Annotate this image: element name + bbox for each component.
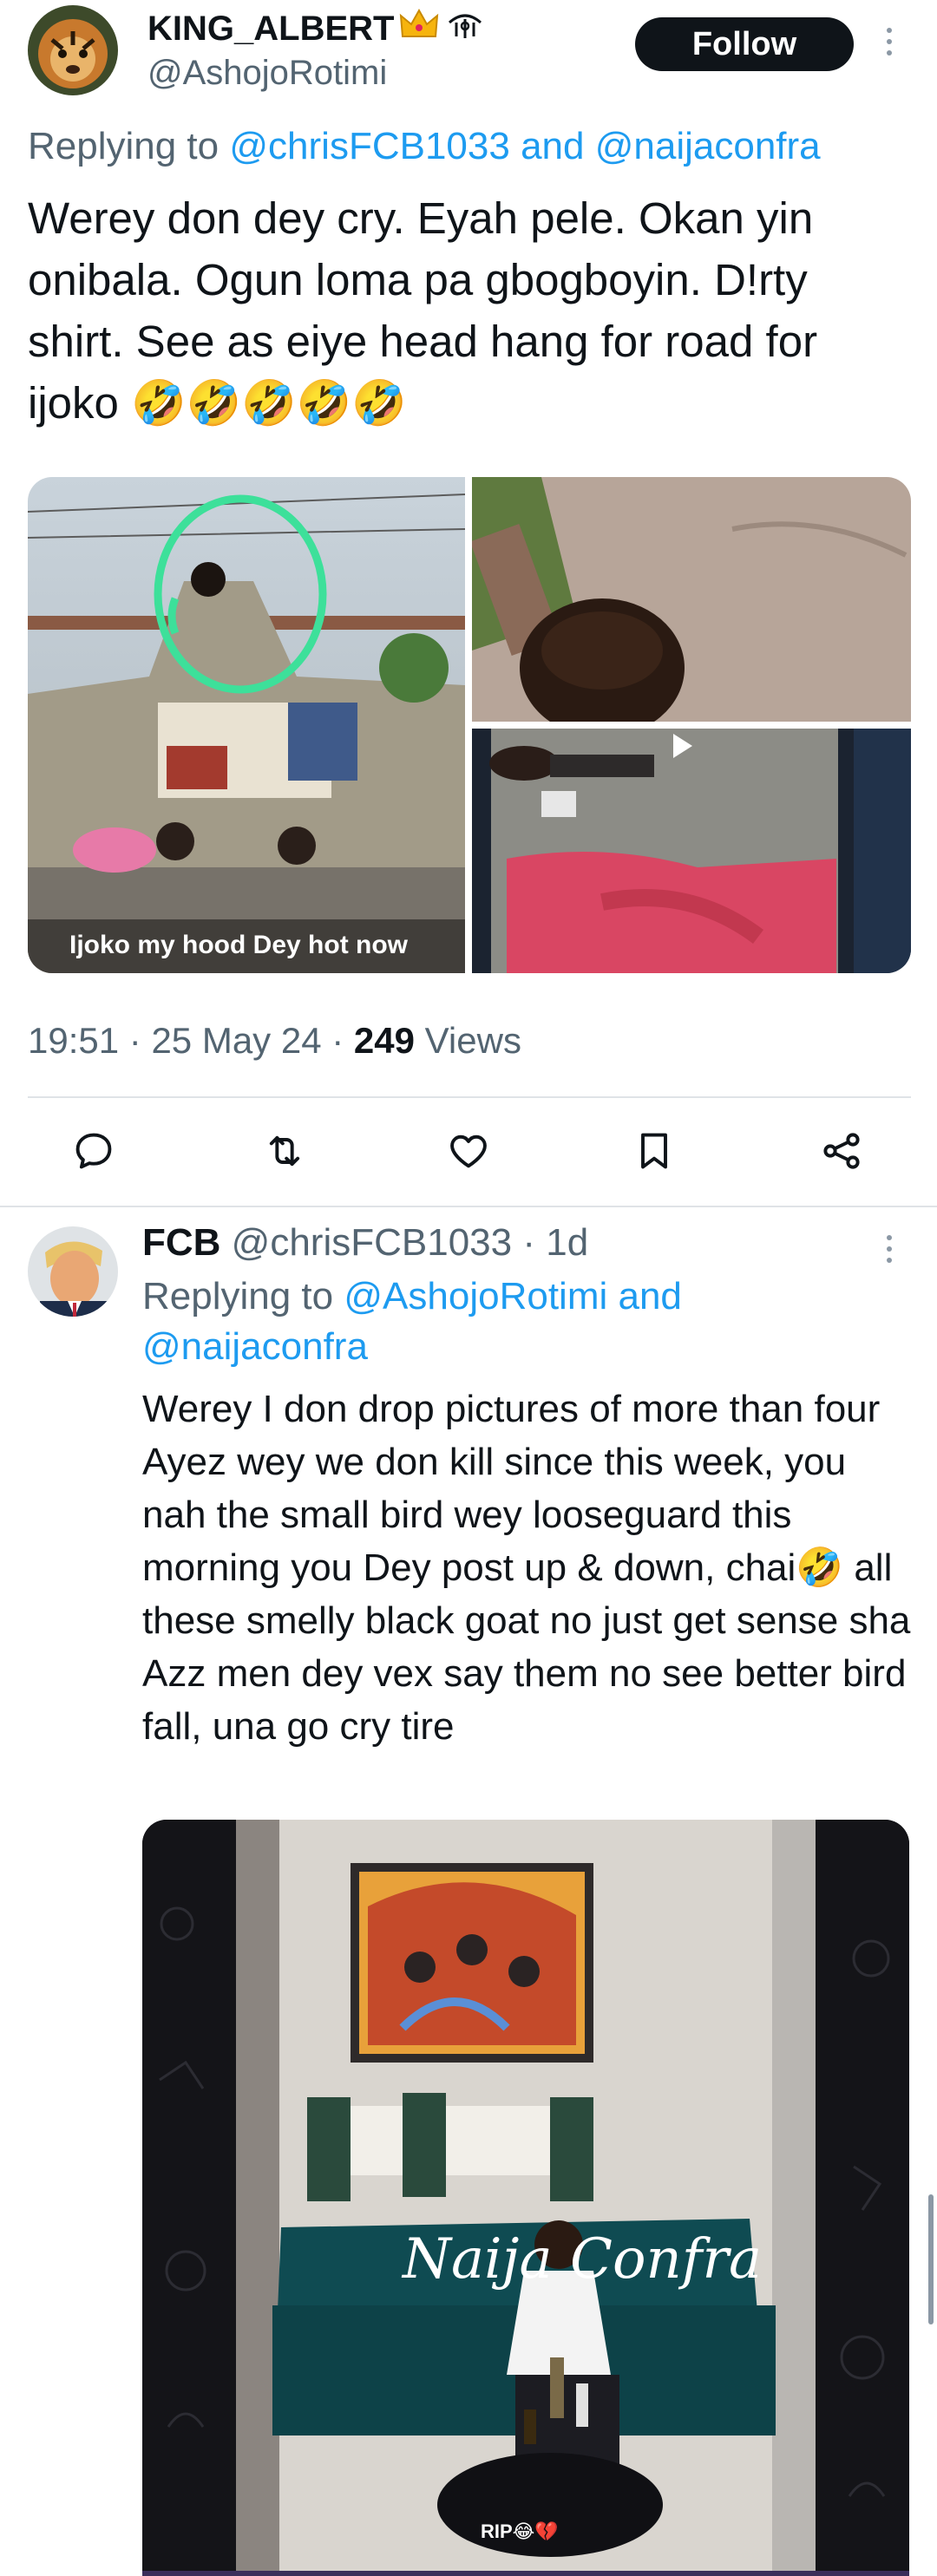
media-video-bottom-right[interactable] (472, 729, 911, 973)
replying-and[interactable]: and (521, 125, 584, 167)
share-icon[interactable] (816, 1125, 868, 1177)
bookmark-icon[interactable] (628, 1125, 680, 1177)
meta-separator: · (331, 1020, 344, 1061)
reply-header: FCB @chrisFCB1033 · 1d (142, 1221, 588, 1265)
divider (0, 1206, 937, 1207)
views-label: Views (424, 1020, 521, 1061)
media-photo-left[interactable]: Ijoko my hood Dey hot now (28, 477, 465, 973)
media-photo-top-right[interactable] (472, 477, 911, 722)
scrollbar[interactable] (928, 2194, 934, 2324)
tag-icon (444, 7, 486, 50)
more-icon[interactable] (887, 1235, 892, 1263)
replying-prefix: Replying to (28, 125, 220, 167)
author-avatar[interactable] (28, 5, 118, 95)
retweet-icon[interactable] (259, 1125, 311, 1177)
video-caption: RIP😂💔 (481, 2520, 559, 2542)
video-watermark: Naija Confra (403, 2227, 763, 2292)
reply-icon[interactable] (68, 1125, 120, 1177)
tweet-text: Werey don dey cry. Eyah pele. Okan yin o… (28, 193, 830, 428)
mention-link[interactable]: @naijaconfra (595, 125, 821, 167)
views-count[interactable]: 249 (354, 1020, 415, 1061)
replying-prefix: Replying to (142, 1275, 334, 1317)
follow-button[interactable]: Follow (635, 17, 854, 71)
tweet-meta: 19:51 · 25 May 24 · 249 Views (28, 1020, 521, 1062)
reply-replying-to: Replying to @AshojoRotimi and @naijaconf… (142, 1272, 906, 1372)
author-name[interactable]: KING_ALBERT (147, 10, 394, 49)
reply-author-avatar[interactable] (28, 1226, 118, 1317)
tweet-time[interactable]: 19:51 (28, 1020, 119, 1061)
author-name-row[interactable]: KING_ALBERT (147, 7, 486, 50)
play-icon[interactable] (666, 730, 698, 766)
author-handle[interactable]: @AshojoRotimi (147, 54, 387, 93)
divider (28, 1096, 911, 1098)
reply-author-handle[interactable]: @chrisFCB1033 (232, 1221, 512, 1264)
media-caption: Ijoko my hood Dey hot now (69, 931, 408, 959)
mention-link[interactable]: @naijaconfra (142, 1325, 368, 1368)
replying-to: Replying to @chrisFCB1033 and @naijaconf… (28, 121, 821, 172)
tweet-media-grid[interactable]: Ijoko my hood Dey hot now (28, 477, 911, 973)
reply-author-name[interactable]: FCB (142, 1221, 220, 1264)
mention-link[interactable]: @AshojoRotimi (344, 1275, 607, 1317)
tweet-date[interactable]: 25 May 24 (151, 1020, 321, 1061)
meta-separator: · (522, 1221, 536, 1264)
crown-icon (399, 7, 439, 50)
reply-age[interactable]: 1d (546, 1221, 588, 1264)
reply-text: Werey I don drop pictures of more than f… (142, 1388, 911, 1748)
like-icon[interactable] (442, 1125, 495, 1177)
mention-link[interactable]: @chrisFCB1033 (229, 125, 509, 167)
meta-separator: · (128, 1020, 141, 1061)
reply-video[interactable]: Naija Confra RIP😂💔 (142, 1820, 909, 2576)
more-icon[interactable] (887, 28, 892, 56)
replying-and[interactable]: and (618, 1275, 681, 1317)
